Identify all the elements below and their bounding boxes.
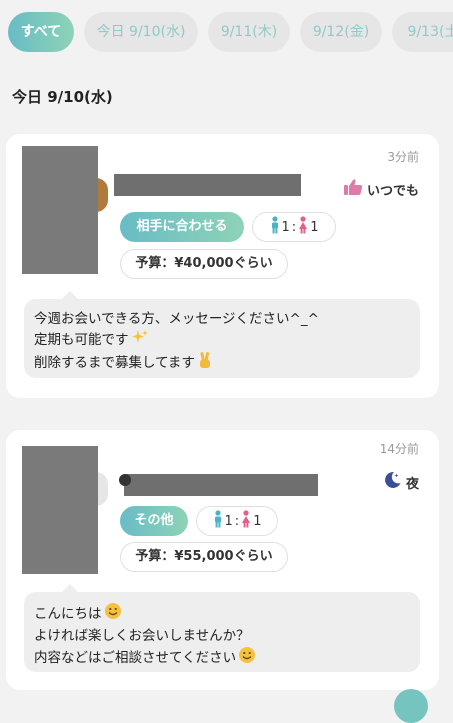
gender-ratio-pill: 1 : 1 [196, 506, 278, 536]
date-heading: 今日 9/10(水) [12, 88, 113, 106]
floating-action-button[interactable] [394, 689, 428, 723]
status-dot [119, 474, 131, 486]
bubble-tail [62, 291, 78, 299]
message-line: 内容などはご相談させてください [34, 650, 237, 666]
thumbs-up-icon [343, 178, 363, 200]
availability: 夜 [382, 470, 419, 494]
message-line-row: 内容などはご相談させてください [34, 646, 410, 670]
female-count: 1 [253, 513, 262, 529]
female-icon [298, 216, 308, 238]
message-line: 今週お会いできる方、メッセージください^_^ [34, 311, 319, 327]
gender-ratio-pill: 1 : 1 [252, 212, 336, 242]
avatar[interactable] [22, 446, 98, 574]
avatar[interactable] [22, 146, 98, 274]
message-line-row: こんにちは [34, 602, 410, 626]
female-icon [241, 510, 251, 532]
message-line-row: 定期も可能です [34, 329, 410, 351]
smiley-icon [104, 602, 122, 626]
message-bubble: こんにちは よければ楽しくお会いしませんか？ 内容などはご相談させてください [24, 584, 420, 672]
availability: いつでも [343, 178, 419, 200]
post-card[interactable]: 3分前 いつでも 相手に合わせる 1 : 1 予算：¥40,000ぐらい 今週お… [6, 134, 439, 398]
male-icon [213, 510, 223, 532]
post-card[interactable]: 14分前 夜 その他 1 : 1 予算：¥55,000ぐらい こんにちは よけれ… [6, 430, 439, 690]
sparkles-icon [131, 329, 149, 351]
message-line-row: 削除するまで募集してます [34, 351, 410, 375]
smiley-icon [238, 646, 256, 670]
male-icon [270, 216, 280, 238]
redacted-name [114, 174, 301, 196]
tab-today[interactable]: 今日 9/10(水) [84, 12, 198, 52]
moon-icon [382, 470, 402, 494]
post-time: 14分前 [379, 442, 419, 456]
availability-label: 夜 [405, 476, 419, 492]
victory-hand-icon [197, 351, 213, 375]
female-count: 1 [310, 219, 319, 235]
message-line: 削除するまで募集してます [34, 355, 195, 371]
message-line: 定期も可能です [34, 332, 129, 348]
message-bubble: 今週お会いできる方、メッセージください^_^ 定期も可能です 削除するまで募集し… [24, 291, 420, 378]
date-filter-tabs: すべて 今日 9/10(水) 9/11(木) 9/12(金) 9/13(土 [0, 0, 453, 66]
type-pill: 相手に合わせる [120, 212, 244, 242]
tab-9-12[interactable]: 9/12(金) [300, 12, 382, 52]
tab-9-13[interactable]: 9/13(土 [392, 12, 453, 52]
ratio-separator: : [291, 219, 297, 235]
message-line: よければ楽しくお会いしませんか？ [34, 628, 250, 644]
tab-9-11[interactable]: 9/11(木) [208, 12, 290, 52]
tab-all[interactable]: すべて [8, 12, 74, 52]
ratio-separator: : [234, 513, 240, 529]
budget-pill: 予算：¥55,000ぐらい [120, 542, 288, 572]
bubble-tail [62, 584, 78, 592]
post-time: 3分前 [387, 150, 419, 164]
male-count: 1 [224, 513, 233, 529]
redacted-name [124, 474, 318, 496]
message-line: こんにちは [34, 606, 102, 622]
budget-pill: 予算：¥40,000ぐらい [120, 249, 288, 279]
male-count: 1 [281, 219, 290, 235]
type-pill: その他 [120, 506, 188, 536]
availability-label: いつでも [366, 183, 419, 199]
